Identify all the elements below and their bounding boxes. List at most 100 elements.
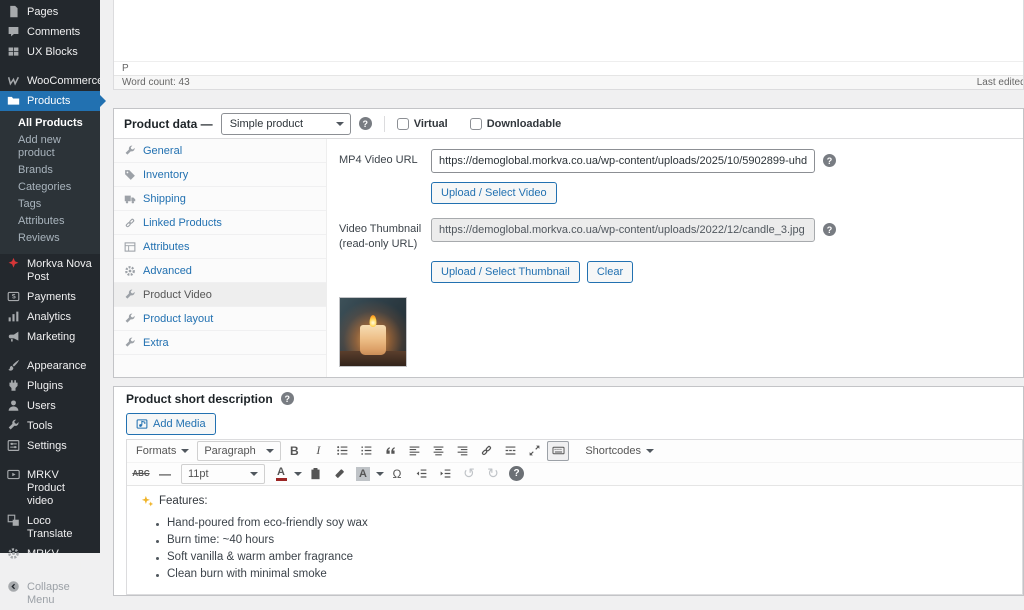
thumbnail-url-input[interactable] (431, 218, 815, 242)
tab-product-layout[interactable]: Product layout (114, 307, 326, 331)
numbered-list-button[interactable] (355, 441, 377, 461)
help-icon[interactable]: ? (359, 117, 372, 130)
feature-item: Burn time: ~40 hours (155, 534, 1008, 546)
media-icon (136, 418, 148, 430)
sidebar-item-label: Collapse Menu (27, 580, 94, 607)
virtual-checkbox-label[interactable]: Virtual (397, 118, 448, 130)
sidebar-item-collapse-menu[interactable]: Collapse Menu (0, 577, 100, 610)
sidebar-item-label: MRKV Product video (27, 468, 94, 508)
downloadable-checkbox[interactable] (470, 118, 482, 130)
tab-shipping[interactable]: Shipping (114, 187, 326, 211)
outdent-button[interactable] (410, 464, 432, 484)
sidebar-item-plugins[interactable]: Plugins (0, 376, 100, 396)
sidebar-item-tools[interactable]: Tools (0, 416, 100, 436)
sidebar-item-label: Plugins (27, 379, 63, 393)
help-icon[interactable]: ? (281, 392, 294, 405)
submenu-item-attributes[interactable]: Attributes (0, 213, 100, 230)
tab-general[interactable]: General (114, 139, 326, 163)
tab-inventory[interactable]: Inventory (114, 163, 326, 187)
grid-icon (7, 45, 20, 58)
insert-link-button[interactable] (475, 441, 497, 461)
sidebar-item-label: Tools (27, 419, 53, 433)
sidebar-item-mrkv-product-video[interactable]: MRKV Product video (0, 465, 100, 511)
special-character-button[interactable]: Ω (386, 464, 408, 484)
chevron-down-icon[interactable] (294, 472, 302, 480)
loco-icon (7, 514, 20, 527)
redo-button[interactable]: ↻ (482, 464, 504, 484)
help-icon[interactable]: ? (823, 154, 836, 167)
sidebar-item-users[interactable]: Users (0, 396, 100, 416)
editor-element-path[interactable]: P (114, 61, 1023, 75)
text-color-button[interactable]: A (270, 464, 292, 484)
tab-advanced[interactable]: Advanced (114, 259, 326, 283)
product-type-select[interactable]: Simple product (221, 113, 351, 135)
short-description-title: Product short description (126, 392, 273, 406)
italic-button[interactable]: I (307, 441, 329, 461)
align-center-button[interactable] (427, 441, 449, 461)
tab-label: Extra (143, 337, 169, 349)
formats-select[interactable]: Formats (130, 441, 195, 461)
paste-as-text-button[interactable] (304, 464, 326, 484)
submenu-item-add-new-product[interactable]: Add new product (0, 132, 100, 162)
tab-linked-products[interactable]: Linked Products (114, 211, 326, 235)
add-media-button[interactable]: Add Media (126, 413, 216, 435)
sidebar-item-products[interactable]: Products (0, 91, 100, 111)
tab-product-video[interactable]: Product Video (114, 283, 326, 307)
product-data-title: Product data — (124, 117, 213, 131)
sidebar-item-woocommerce[interactable]: WooCommerce (0, 71, 100, 91)
word-count: Word count: 43 (122, 77, 190, 88)
downloadable-checkbox-label[interactable]: Downloadable (470, 118, 562, 130)
sidebar-item-loco-translate[interactable]: Loco Translate (0, 511, 100, 544)
sidebar-item-morkva-nova-post[interactable]: Morkva Nova Post (0, 254, 100, 287)
shortcodes-select[interactable]: Shortcodes (579, 441, 660, 461)
sidebar-item-marketing[interactable]: Marketing (0, 327, 100, 347)
mp4-url-input[interactable] (431, 149, 815, 173)
paragraph-select[interactable]: Paragraph (197, 441, 281, 461)
align-right-button[interactable] (451, 441, 473, 461)
submenu-item-all-products[interactable]: All Products (0, 115, 100, 132)
mp4-url-row: MP4 Video URL ? (339, 149, 1011, 173)
blockquote-button[interactable] (379, 441, 401, 461)
description-editor-content[interactable] (114, 0, 1023, 61)
strikethrough-button[interactable]: ABC (130, 464, 152, 484)
indent-button[interactable] (434, 464, 456, 484)
bullet-list-button[interactable] (331, 441, 353, 461)
sidebar-item-appearance[interactable]: Appearance (0, 356, 100, 376)
clear-thumbnail-button[interactable]: Clear (587, 261, 633, 283)
sidebar-item-analytics[interactable]: Analytics (0, 307, 100, 327)
upload-select-video-button[interactable]: Upload / Select Video (431, 182, 557, 204)
horizontal-rule-button[interactable]: — (154, 464, 176, 484)
font-size-select[interactable]: 11pt (181, 464, 265, 484)
fullscreen-button[interactable] (523, 441, 545, 461)
upload-select-thumbnail-button[interactable]: Upload / Select Thumbnail (431, 261, 580, 283)
chevron-down-icon[interactable] (376, 472, 384, 480)
short-description-content[interactable]: Features: Hand-poured from eco-friendly … (127, 486, 1022, 594)
clear-formatting-button[interactable] (328, 464, 350, 484)
tag-icon (124, 169, 136, 181)
undo-button[interactable]: ↺ (458, 464, 480, 484)
submenu-item-brands[interactable]: Brands (0, 162, 100, 179)
background-color-button[interactable]: A (352, 464, 374, 484)
sidebar-item-comments[interactable]: Comments (0, 22, 100, 42)
editor-path-p[interactable]: P (122, 63, 129, 74)
read-more-tag-button[interactable] (499, 441, 521, 461)
editor-help-button[interactable]: ? (509, 466, 524, 481)
sidebar-item-pages[interactable]: Pages (0, 2, 100, 22)
bold-button[interactable]: B (283, 441, 305, 461)
help-icon[interactable]: ? (823, 223, 836, 236)
submenu-item-tags[interactable]: Tags (0, 196, 100, 213)
submenu-item-categories[interactable]: Categories (0, 179, 100, 196)
align-left-button[interactable] (403, 441, 425, 461)
submenu-item-reviews[interactable]: Reviews (0, 230, 100, 247)
tab-extra[interactable]: Extra (114, 331, 326, 355)
virtual-checkbox[interactable] (397, 118, 409, 130)
sidebar-item-payments[interactable]: Payments (0, 287, 100, 307)
sidebar-item-ux-blocks[interactable]: UX Blocks (0, 42, 100, 62)
tab-attributes[interactable]: Attributes (114, 235, 326, 259)
video-thumbnail-image (339, 297, 407, 367)
sidebar-item-settings[interactable]: Settings (0, 436, 100, 456)
sidebar-item-mrkv-product-tabs[interactable]: MRKV Product Tabs (0, 544, 100, 577)
toolbar-toggle-button[interactable] (547, 441, 569, 461)
shortcodes-label: Shortcodes (585, 445, 641, 457)
settings-icon (7, 439, 20, 452)
